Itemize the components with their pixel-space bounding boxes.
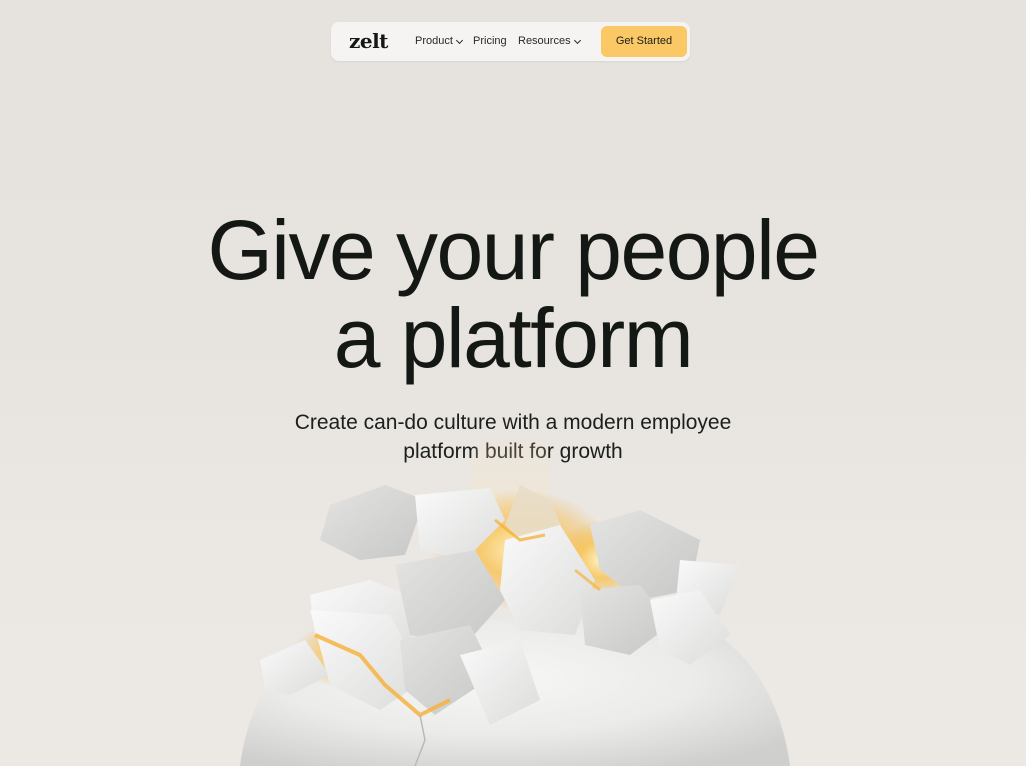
cracked-egg-illustration: [240, 440, 790, 766]
hero-heading-line-2: a platform: [333, 291, 694, 385]
top-navbar: zelt Product Pricing Resources Get Start…: [331, 22, 690, 61]
zelt-logo[interactable]: zelt: [349, 28, 388, 54]
get-started-button[interactable]: Get Started: [601, 26, 687, 57]
hero-heading: Give your people a platform: [0, 206, 1026, 382]
nav-item-product-label: Product: [415, 35, 453, 47]
hero-heading-line-1: Give your people: [207, 203, 820, 297]
nav-item-resources[interactable]: Resources: [518, 34, 581, 49]
chevron-down-icon: [455, 36, 463, 44]
nav-item-product[interactable]: Product: [415, 34, 463, 49]
nav-item-pricing[interactable]: Pricing: [473, 34, 507, 49]
nav-item-pricing-label: Pricing: [473, 35, 507, 47]
chevron-down-icon: [573, 36, 581, 44]
hero-subtitle-line-1: Create can-do culture with a modern empl…: [294, 411, 732, 434]
nav-item-resources-label: Resources: [518, 35, 571, 47]
